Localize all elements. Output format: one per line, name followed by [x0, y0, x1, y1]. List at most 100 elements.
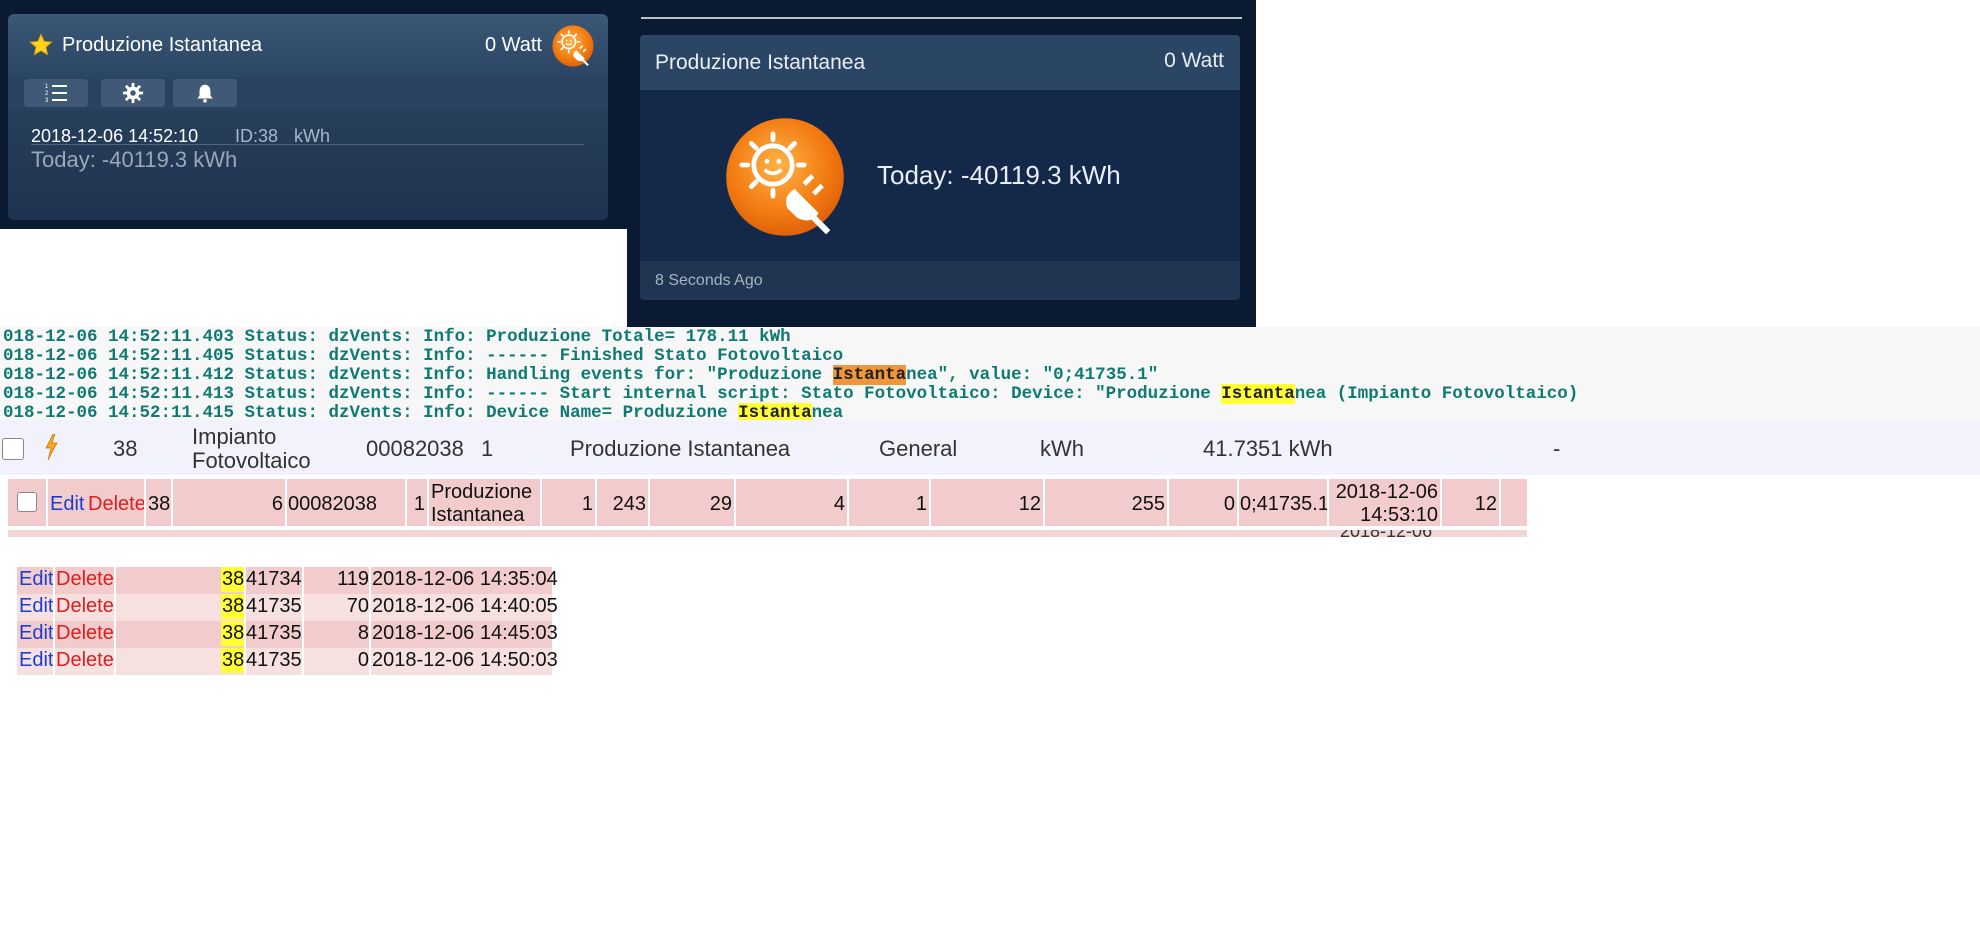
history-id: 38 [221, 648, 246, 673]
table-row: Edit Delete 38 41735 0 2018-12-06 14:50:… [17, 648, 558, 675]
event-log: 018-12-06 14:52:11.403 Status: dzVents: … [0, 327, 1980, 420]
search-highlight: Istanta [832, 365, 907, 385]
table-cell: 2018-12-06 14:53:10 [1329, 479, 1440, 526]
card-footer: 8 Seconds Ago [640, 261, 1240, 300]
delete-link[interactable]: Delete [88, 493, 144, 516]
edit-link[interactable]: Edit [50, 493, 84, 516]
card-title: Produzione Istantanea [655, 51, 866, 74]
left-widget-background: Produzione Istantanea 0 Watt 123 2018-12… [0, 0, 627, 229]
table-row: Edit Delete 38 41734 119 2018-12-06 14:3… [17, 567, 558, 594]
device-hardware: Fotovoltaico [192, 448, 311, 473]
row-checkbox[interactable] [2, 438, 24, 460]
gear-icon [122, 82, 144, 104]
solar-plug-icon[interactable] [552, 25, 594, 67]
svg-text:2: 2 [45, 91, 49, 97]
table-cell: Produzione Istantanea [429, 479, 540, 526]
table-cell: 12 [1442, 479, 1499, 526]
history-id: 38 [221, 567, 246, 592]
history-value: 41735 [246, 595, 302, 617]
widget-watt-value: 0 Watt [484, 34, 542, 56]
device-name: Produzione Istantanea [570, 436, 791, 461]
settings-button[interactable] [101, 79, 165, 107]
solar-plug-icon[interactable] [725, 117, 845, 237]
today-value: Today: -40119.3 kWh [31, 147, 238, 172]
device-widget-card[interactable]: Produzione Istantanea 0 Watt Today: -401… [640, 35, 1240, 300]
table-cell: 0;41735.1 [1239, 479, 1327, 526]
device-subtype: kWh [1040, 436, 1084, 461]
history-usage: 0 [357, 649, 369, 671]
right-widget-background: Produzione Istantanea 0 Watt Today: -401… [627, 0, 1256, 328]
row-select-cell [8, 479, 46, 526]
history-usage: 119 [337, 568, 369, 590]
device-widget-compact: Produzione Istantanea 0 Watt 123 2018-12… [8, 14, 608, 220]
column-divider [302, 567, 304, 675]
table-row: Edit Delete 38 41735 8 2018-12-06 14:45:… [17, 621, 558, 648]
column-divider [369, 567, 371, 675]
log-line: 018-12-06 14:52:11.403 Status: dzVents: … [3, 327, 791, 347]
divider [641, 17, 1242, 19]
device-unit: 1 [481, 436, 494, 461]
actions-cell: Edit Delete [48, 479, 144, 526]
history-table: Edit Delete 38 41734 119 2018-12-06 14:3… [17, 567, 558, 677]
divider [31, 144, 584, 145]
device-type: General [879, 436, 958, 461]
table-cell: 1 [849, 479, 929, 526]
table-cell: 0 [1169, 479, 1237, 526]
history-id: 38 [221, 621, 246, 646]
column-divider [53, 567, 55, 675]
table-cell: 00082038 [287, 479, 405, 526]
history-date: 2018-12-06 14:35:04 [372, 568, 558, 590]
card-watt-value: 0 Watt [1164, 49, 1224, 72]
widget-title: Produzione Istantanea [62, 34, 263, 56]
row-checkbox[interactable] [17, 492, 37, 512]
search-highlight: Istanta [738, 403, 812, 420]
search-highlight: Istanta [1221, 384, 1295, 404]
notifications-button[interactable] [173, 79, 237, 107]
device-idx: 38 [113, 436, 138, 461]
history-date: 2018-12-06 14:50:03 [372, 649, 558, 671]
star-icon[interactable] [28, 32, 54, 58]
bell-icon [197, 84, 213, 103]
database-table: Edit Delete 38 6 00082038 1 Produzione I… [0, 475, 1528, 537]
list-icon: 123 [45, 84, 67, 104]
table-cell: 29 [650, 479, 734, 526]
device-id: 00082038 [366, 436, 464, 461]
device-extra: - [1553, 436, 1561, 461]
table-cell: 12 [931, 479, 1043, 526]
edit-link[interactable]: Edit [19, 567, 53, 592]
table-cell: 243 [597, 479, 648, 526]
delete-link[interactable]: Delete [56, 648, 114, 673]
table-cell: 1 [407, 479, 427, 526]
edit-link[interactable]: Edit [19, 621, 53, 646]
edit-link[interactable]: Edit [19, 648, 53, 673]
history-id: 38 [221, 594, 246, 619]
log-line: 018-12-06 14:52:11.415 Status: dzVents: … [3, 403, 843, 420]
table-row: 2018-12-06 [8, 530, 1527, 537]
column-divider [244, 567, 246, 675]
lightning-icon [45, 434, 58, 460]
svg-text:3: 3 [45, 98, 49, 104]
table-cell: 1 [542, 479, 595, 526]
table-cell: 38 [146, 479, 171, 526]
delete-link[interactable]: Delete [56, 567, 114, 592]
delete-link[interactable]: Delete [56, 594, 114, 619]
history-date: 2018-12-06 14:45:03 [372, 622, 558, 644]
log-line: 018-12-06 14:52:11.412 Status: dzVents: … [3, 365, 1159, 385]
delete-link[interactable]: Delete [56, 621, 114, 646]
device-table-row: 38 Impianto Fotovoltaico 00082038 1 Prod… [0, 420, 1980, 475]
svg-text:1: 1 [45, 84, 49, 90]
history-usage: 8 [357, 622, 369, 644]
table-row: Edit Delete 38 41735 70 2018-12-06 14:40… [17, 594, 558, 621]
column-divider [114, 567, 116, 675]
history-usage: 70 [346, 595, 369, 617]
widget-header: Produzione Istantanea 0 Watt [8, 14, 608, 78]
edit-link[interactable]: Edit [19, 594, 53, 619]
log-button[interactable]: 123 [24, 79, 88, 107]
last-seen-text: 8 Seconds Ago [655, 272, 763, 289]
table-cell: 6 [173, 479, 285, 526]
device-hardware: Impianto [192, 424, 277, 449]
history-value: 41734 [246, 568, 302, 590]
history-value: 41735 [246, 622, 302, 644]
device-data: 41.7351 kWh [1203, 436, 1333, 461]
log-line: 018-12-06 14:52:11.413 Status: dzVents: … [3, 384, 1579, 404]
